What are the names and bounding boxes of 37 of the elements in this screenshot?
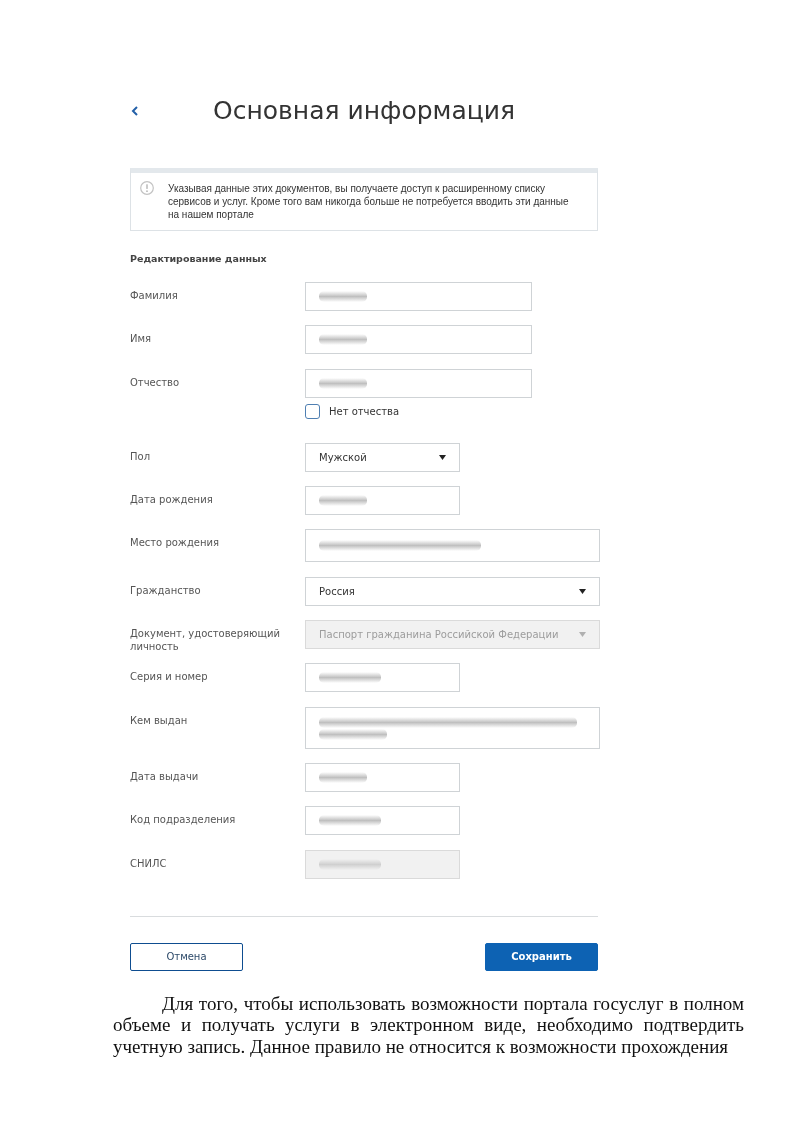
field-label: Код подразделения	[130, 813, 237, 827]
field-label: Серия и номер	[130, 670, 209, 684]
caret-icon	[579, 632, 586, 638]
field-label: Отчество	[130, 375, 181, 389]
field-label: Кем выдан	[130, 713, 189, 727]
section-title: Редактирование данных	[130, 252, 268, 265]
text-area[interactable]	[305, 706, 600, 749]
field-label: Гражданство	[130, 583, 202, 597]
caret-icon	[439, 454, 446, 460]
page-title: Основная информация	[213, 95, 516, 127]
checkbox-label[interactable]: Нет отчества	[329, 404, 400, 418]
field-label: СНИЛС	[130, 856, 168, 870]
dropdown[interactable]: Россия	[305, 576, 600, 606]
date-field[interactable]	[305, 486, 460, 516]
text-field[interactable]	[305, 663, 460, 693]
body-paragraph: Для того, чтобы использовать возможности портала госуслуг в полном объеме и получать услуги в электронном виде, необходимо подтвердить учетную запись. Данное правило не относится к возможности прохождения	[113, 992, 744, 1058]
save-button[interactable]: Сохранить	[485, 942, 598, 971]
cancel-button[interactable]: Отмена	[130, 942, 243, 971]
field-label: Место рождения	[130, 536, 220, 550]
text-field[interactable]	[305, 806, 460, 836]
field-label: Дата рождения	[130, 493, 214, 507]
field-label: Пол	[130, 449, 152, 463]
text-field[interactable]	[305, 282, 532, 311]
exclamation-icon	[140, 181, 154, 195]
text-field[interactable]	[305, 368, 532, 398]
field-label: Дата выдачи	[130, 769, 200, 783]
field-label: Фамилия	[130, 289, 179, 302]
caret-icon	[579, 588, 586, 594]
checkbox[interactable]	[305, 403, 320, 419]
field-label: Документ, удостоверяющий личность	[130, 627, 281, 654]
notice-text: Указывая данные этих документов, вы получаете доступ к расширенному списку сервисов и услуг. Кроме того вам никогда больше не потребуется вводить эти данные на нашем портале	[168, 182, 570, 221]
date-field[interactable]	[305, 762, 460, 792]
text-field[interactable]	[305, 529, 600, 563]
text-field[interactable]	[305, 325, 532, 355]
field-label: Имя	[130, 332, 153, 346]
back-icon[interactable]	[131, 106, 138, 116]
dropdown[interactable]: Мужской	[305, 442, 460, 472]
